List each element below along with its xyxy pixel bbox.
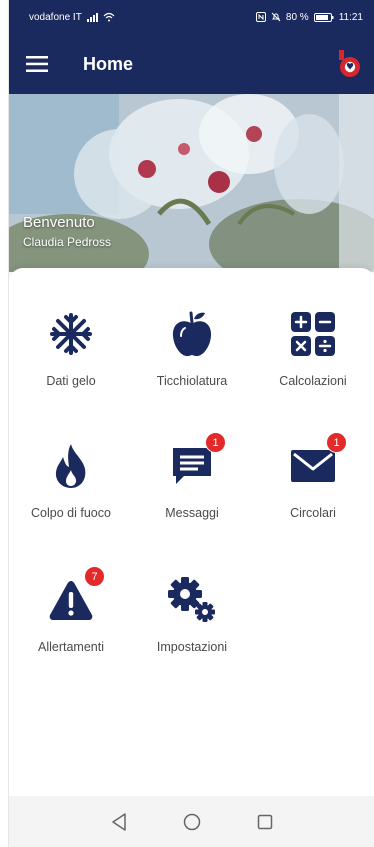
- brand-logo-icon: [339, 50, 360, 77]
- tile-calcolazioni[interactable]: Calcolazioni: [253, 310, 373, 410]
- tile-colpo-di-fuoco[interactable]: Colpo di fuoco: [11, 442, 131, 542]
- back-triangle-icon: [112, 812, 127, 831]
- carrier-label: vodafone IT: [29, 11, 82, 23]
- tile-ticchiolatura[interactable]: Ticchiolatura: [132, 310, 252, 410]
- battery-icon: [313, 12, 334, 22]
- clock: 11:21: [338, 11, 363, 23]
- nfc-icon: [255, 12, 266, 22]
- tile-allertamenti[interactable]: 7 Allertamenti: [11, 566, 131, 676]
- unread-badge: 1: [326, 432, 347, 453]
- system-navigation-bar: [9, 796, 374, 847]
- tile-circolari[interactable]: 1 Circolari: [253, 432, 373, 542]
- tile-label: Messaggi: [165, 506, 219, 520]
- envelope-icon: [291, 450, 335, 482]
- wifi-icon: [103, 12, 115, 22]
- hero-banner: Benvenuto Claudia Pedross: [9, 94, 374, 272]
- status-left: vodafone IT: [29, 12, 115, 23]
- home-circle-icon: [183, 813, 201, 830]
- nav-home-button[interactable]: [175, 805, 209, 839]
- page-title: Home: [83, 53, 134, 74]
- tile-dati-gelo[interactable]: Dati gelo: [11, 310, 131, 410]
- nav-back-button[interactable]: [102, 805, 136, 839]
- message-icon: [173, 448, 211, 484]
- user-name: Claudia Pedross: [23, 235, 112, 249]
- apple-icon: [172, 311, 212, 357]
- tile-label: Circolari: [290, 506, 336, 520]
- tile-label: Ticchiolatura: [156, 374, 228, 388]
- mute-icon: [271, 12, 281, 22]
- tile-label: Dati gelo: [46, 374, 96, 388]
- signal-icon: [86, 12, 98, 22]
- menu-grid: Dati gelo Ticchiolatura Calcolazioni Col…: [9, 268, 374, 796]
- tile-messaggi[interactable]: 1 Messaggi: [132, 432, 252, 542]
- snowflake-icon: [50, 313, 92, 355]
- hamburger-icon: [26, 56, 48, 72]
- alert-count-badge: 7: [84, 566, 105, 587]
- tile-label: Impostazioni: [156, 640, 228, 654]
- welcome-text: Benvenuto: [23, 214, 95, 231]
- phone-screen: vodafone IT 80 % 11:21 Home Benvenuto Cl…: [8, 0, 374, 847]
- recents-square-icon: [257, 814, 272, 829]
- battery-percent: 80 %: [285, 11, 309, 23]
- gears-icon: [168, 577, 215, 622]
- app-bar: Home: [9, 34, 374, 94]
- menu-button[interactable]: [9, 34, 65, 94]
- status-bar: vodafone IT 80 % 11:21: [9, 0, 374, 34]
- tile-impostazioni[interactable]: Impostazioni: [132, 576, 252, 676]
- tile-label: Allertamenti: [38, 640, 104, 654]
- tile-label: Calcolazioni: [279, 374, 347, 388]
- calculator-icon: [291, 312, 335, 356]
- tile-label: Colpo di fuoco: [31, 506, 111, 520]
- unread-badge: 1: [205, 432, 226, 453]
- status-right: 80 % 11:21: [255, 11, 363, 23]
- warning-icon: [49, 581, 93, 620]
- nav-recents-button[interactable]: [248, 805, 282, 839]
- flame-icon: [55, 444, 86, 488]
